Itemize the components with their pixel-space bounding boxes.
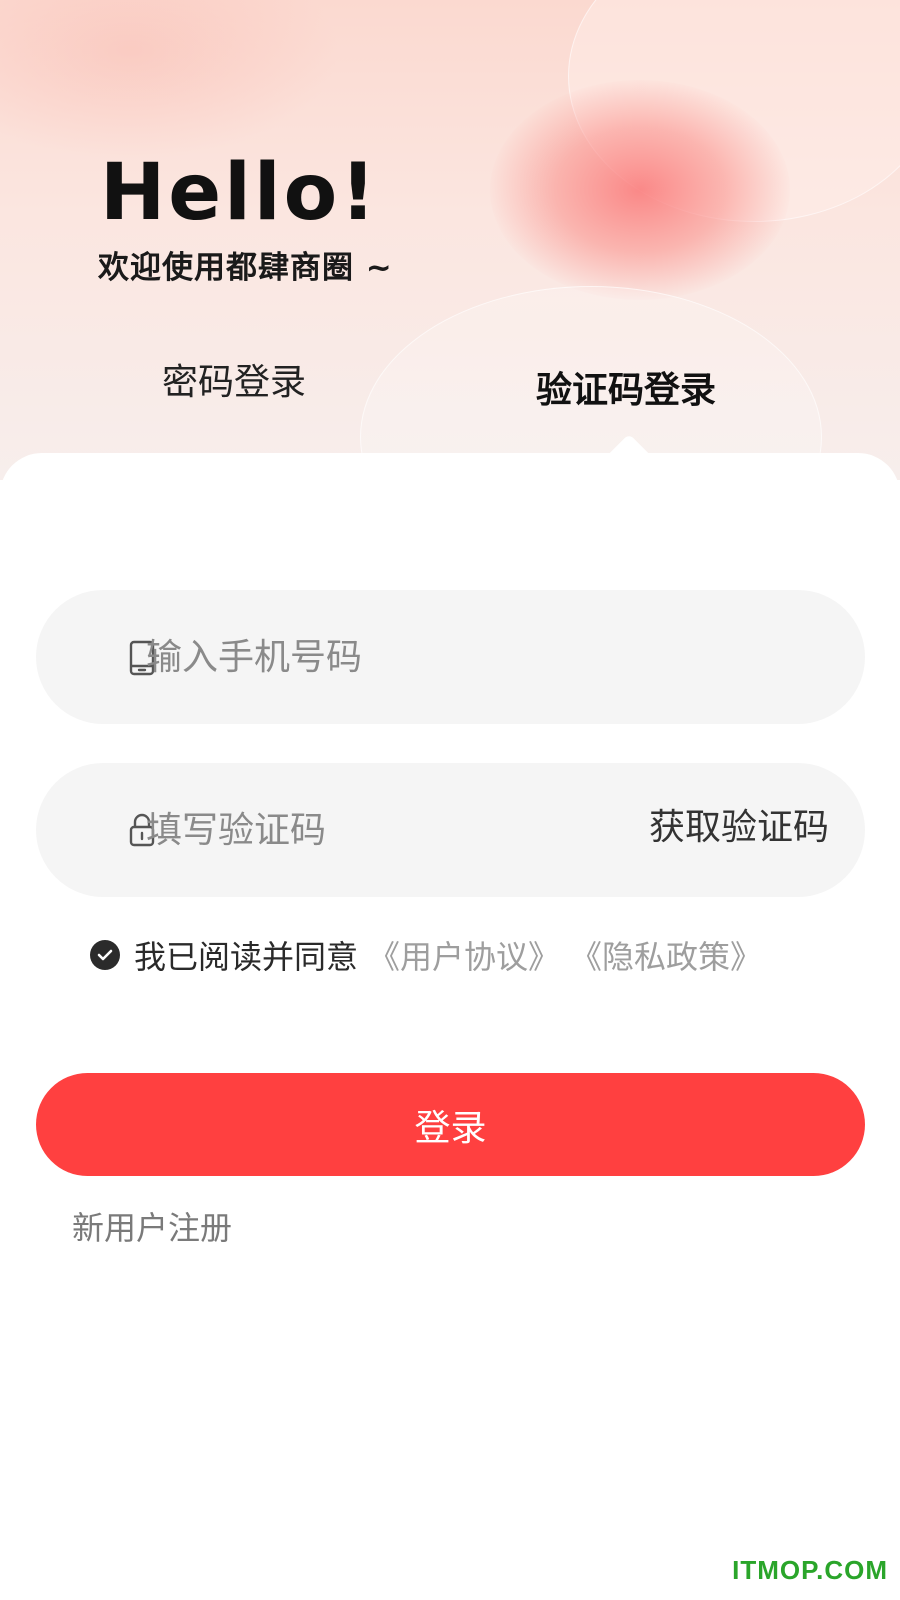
agreement-row: 我已阅读并同意 《用户协议》 《隐私政策》 [90, 930, 762, 980]
user-agreement-link[interactable]: 《用户协议》 [368, 932, 560, 978]
get-code-button[interactable]: 获取验证码 [649, 805, 829, 851]
hero-header: Hello! 欢迎使用都肆商圈 ~ 密码登录 验证码登录 [0, 0, 900, 480]
code-input[interactable] [146, 763, 576, 897]
tab-code-login[interactable]: 验证码登录 [536, 368, 716, 414]
agreement-text: 我已阅读并同意 [134, 938, 359, 976]
login-button[interactable]: 登录 [36, 1073, 865, 1176]
agreement-checkbox[interactable] [90, 940, 120, 970]
watermark: ITMOP.COM [732, 1555, 888, 1585]
decorative-glow [0, 0, 340, 160]
login-card: 获取验证码 我已阅读并同意 《用户协议》 《隐私政策》 登录 新用户注册 [0, 453, 900, 1600]
code-field: 获取验证码 [36, 763, 865, 897]
check-icon [97, 949, 113, 961]
phone-field [36, 590, 865, 724]
privacy-policy-link[interactable]: 《隐私政策》 [570, 932, 762, 978]
greeting-title: Hello! [100, 148, 379, 238]
phone-input[interactable] [146, 590, 826, 724]
welcome-subtitle: 欢迎使用都肆商圈 ~ [98, 250, 393, 286]
tab-password-login[interactable]: 密码登录 [162, 360, 306, 406]
decorative-blob [490, 80, 790, 300]
login-page: Hello! 欢迎使用都肆商圈 ~ 密码登录 验证码登录 输入手机号码 填写验证… [0, 0, 900, 1600]
register-link[interactable]: 新用户注册 [72, 1206, 232, 1250]
